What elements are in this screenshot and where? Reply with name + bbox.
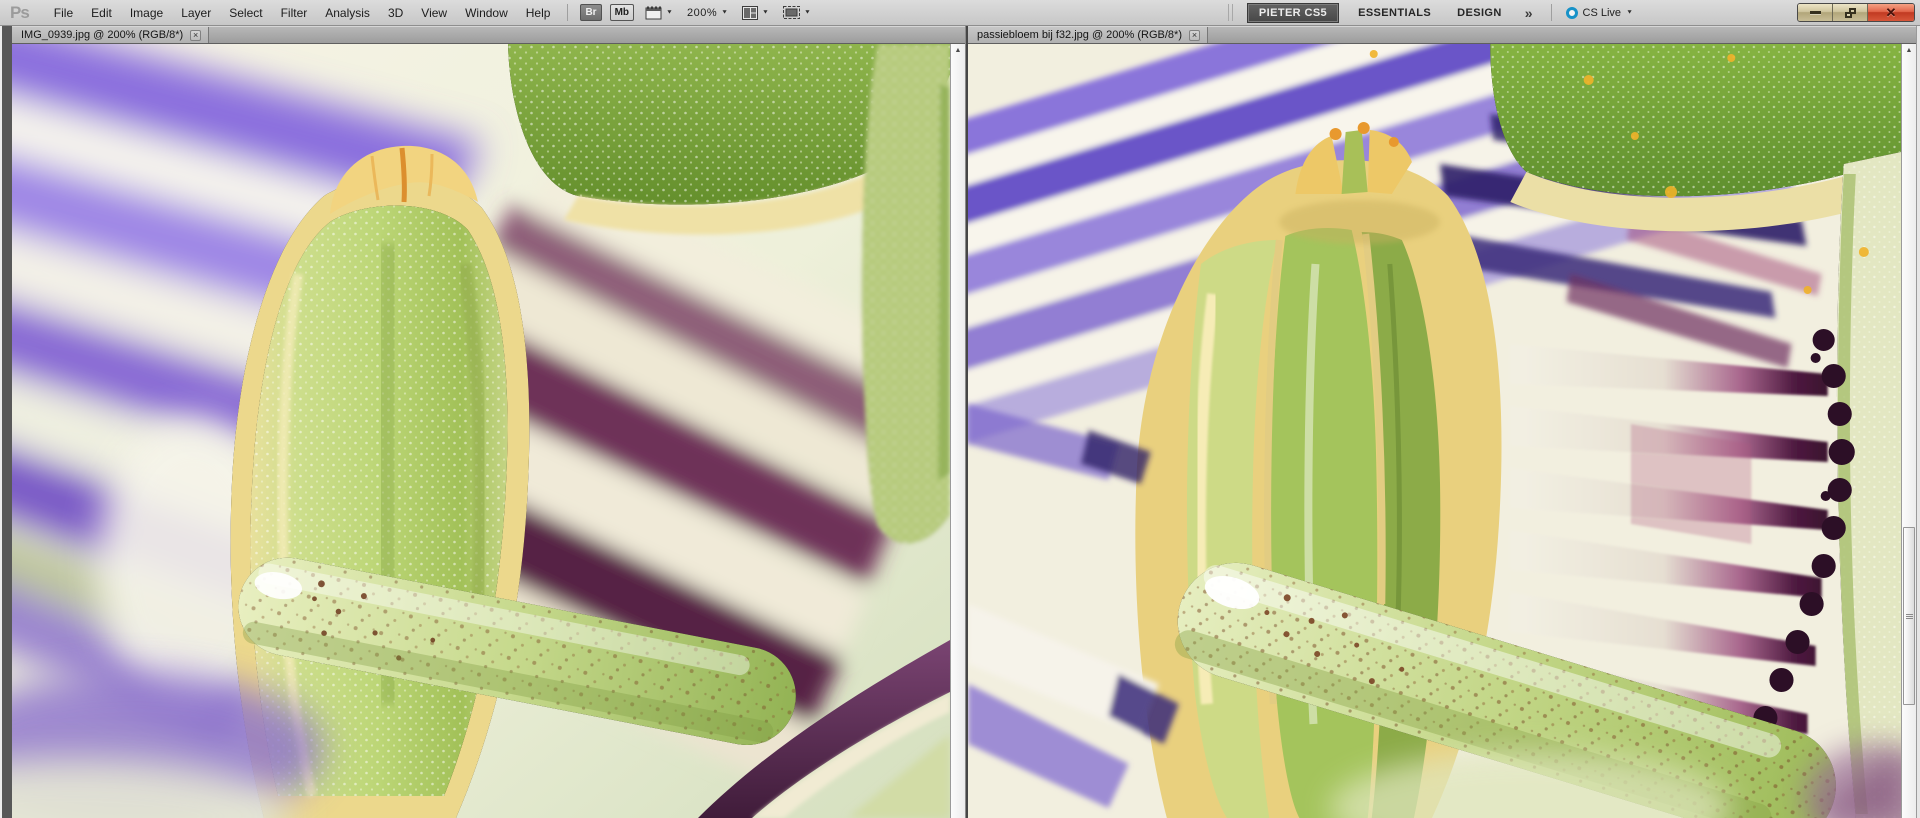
menu-window[interactable]: Window: [456, 6, 517, 20]
launch-mini-bridge-button[interactable]: Mb: [610, 4, 634, 21]
minimize-button[interactable]: [1798, 4, 1833, 21]
launch-bridge-button[interactable]: Br: [580, 4, 601, 21]
ps-logo: Ps: [10, 3, 29, 23]
application-bar-right: PIETER CS5 ESSENTIALS DESIGN » CS Live ▼…: [1220, 3, 1920, 23]
chevron-down-icon: ▼: [721, 10, 728, 16]
menu-help[interactable]: Help: [517, 6, 560, 20]
tab-title: passiebloem bij f32.jpg @ 200% (RGB/8*): [977, 29, 1182, 41]
restore-button[interactable]: [1833, 4, 1868, 21]
right-flower-image: [968, 44, 1901, 818]
view-extras-icon: [645, 6, 662, 20]
menu-image[interactable]: Image: [121, 6, 172, 20]
minimize-icon: [1810, 11, 1821, 14]
left-flower-image: [12, 44, 950, 818]
workspace-design[interactable]: DESIGN: [1444, 7, 1515, 19]
workspace-overflow-button[interactable]: »: [1515, 5, 1543, 21]
menu-analysis[interactable]: Analysis: [316, 6, 379, 20]
window-controls: ✕: [1797, 3, 1915, 22]
workspace-pieter-cs5[interactable]: PIETER CS5: [1247, 3, 1339, 23]
menu-bar: Ps File Edit Image Layer Select Filter A…: [0, 0, 1920, 26]
tab-close-icon[interactable]: ×: [190, 30, 201, 41]
chevron-down-icon: ▼: [762, 10, 769, 16]
cs-live-separator: [1551, 4, 1552, 21]
document-pane-right: passiebloem bij f32.jpg @ 200% (RGB/8*) …: [968, 26, 1916, 818]
cs-live-label: CS Live: [1583, 7, 1622, 19]
arrange-documents-icon: [742, 6, 758, 20]
tab-bar-left: IMG_0939.jpg @ 200% (RGB/8*) ×: [12, 26, 965, 44]
arrange-documents-button[interactable]: ▼: [742, 6, 769, 20]
document-workarea: IMG_0939.jpg @ 200% (RGB/8*) ×: [0, 26, 1920, 818]
screen-mode-icon: [783, 6, 800, 19]
restore-icon: [1845, 8, 1856, 18]
document-canvas-left[interactable]: [12, 44, 950, 818]
close-button[interactable]: ✕: [1868, 4, 1914, 21]
menu-layer[interactable]: Layer: [172, 6, 220, 20]
cs-live-button[interactable]: CS Live ▼: [1566, 7, 1633, 19]
scrollbar-grip-icon: [1906, 613, 1913, 620]
tab-bar-right: passiebloem bij f32.jpg @ 200% (RGB/8*) …: [968, 26, 1916, 44]
close-icon: ✕: [1886, 5, 1897, 21]
menu-select[interactable]: Select: [220, 6, 271, 20]
tab-title: IMG_0939.jpg @ 200% (RGB/8*): [21, 29, 183, 41]
scrollbar-right[interactable]: ▲: [1901, 44, 1916, 818]
toolbar-separator: [567, 4, 568, 21]
window-edge-left: [0, 26, 12, 818]
chevron-down-icon: ▼: [666, 10, 673, 16]
menu-edit[interactable]: Edit: [82, 6, 121, 20]
tab-close-icon[interactable]: ×: [1189, 30, 1200, 41]
menu-file[interactable]: File: [45, 6, 82, 20]
photoshop-window: Ps File Edit Image Layer Select Filter A…: [0, 0, 1920, 818]
workspace-essentials[interactable]: ESSENTIALS: [1345, 7, 1444, 19]
zoom-level-value: 200%: [687, 7, 717, 19]
menu-filter[interactable]: Filter: [272, 6, 317, 20]
workspace-separator: [1228, 4, 1233, 21]
scrollbar-left[interactable]: ▲: [950, 44, 965, 818]
scrollbar-thumb[interactable]: [1903, 527, 1915, 705]
document-canvas-right[interactable]: [968, 44, 1901, 818]
chevron-down-icon: ▼: [804, 10, 811, 16]
screen-mode-button[interactable]: ▼: [783, 6, 811, 19]
scroll-up-arrow-icon[interactable]: ▲: [1902, 47, 1916, 54]
scroll-up-arrow-icon[interactable]: ▲: [951, 47, 965, 54]
menu-3d[interactable]: 3D: [379, 6, 412, 20]
zoom-level-dropdown[interactable]: 200% ▼: [687, 7, 728, 19]
document-pane-left: IMG_0939.jpg @ 200% (RGB/8*) ×: [12, 26, 965, 818]
tab-passiebloem[interactable]: passiebloem bij f32.jpg @ 200% (RGB/8*) …: [968, 27, 1208, 43]
view-extras-button[interactable]: ▼: [645, 6, 673, 20]
cs-live-icon: [1566, 7, 1578, 19]
window-edge-right: [1916, 26, 1920, 818]
tab-img-0939[interactable]: IMG_0939.jpg @ 200% (RGB/8*) ×: [12, 27, 209, 43]
menu-view[interactable]: View: [412, 6, 456, 20]
chevron-down-icon: ▼: [1626, 10, 1633, 16]
